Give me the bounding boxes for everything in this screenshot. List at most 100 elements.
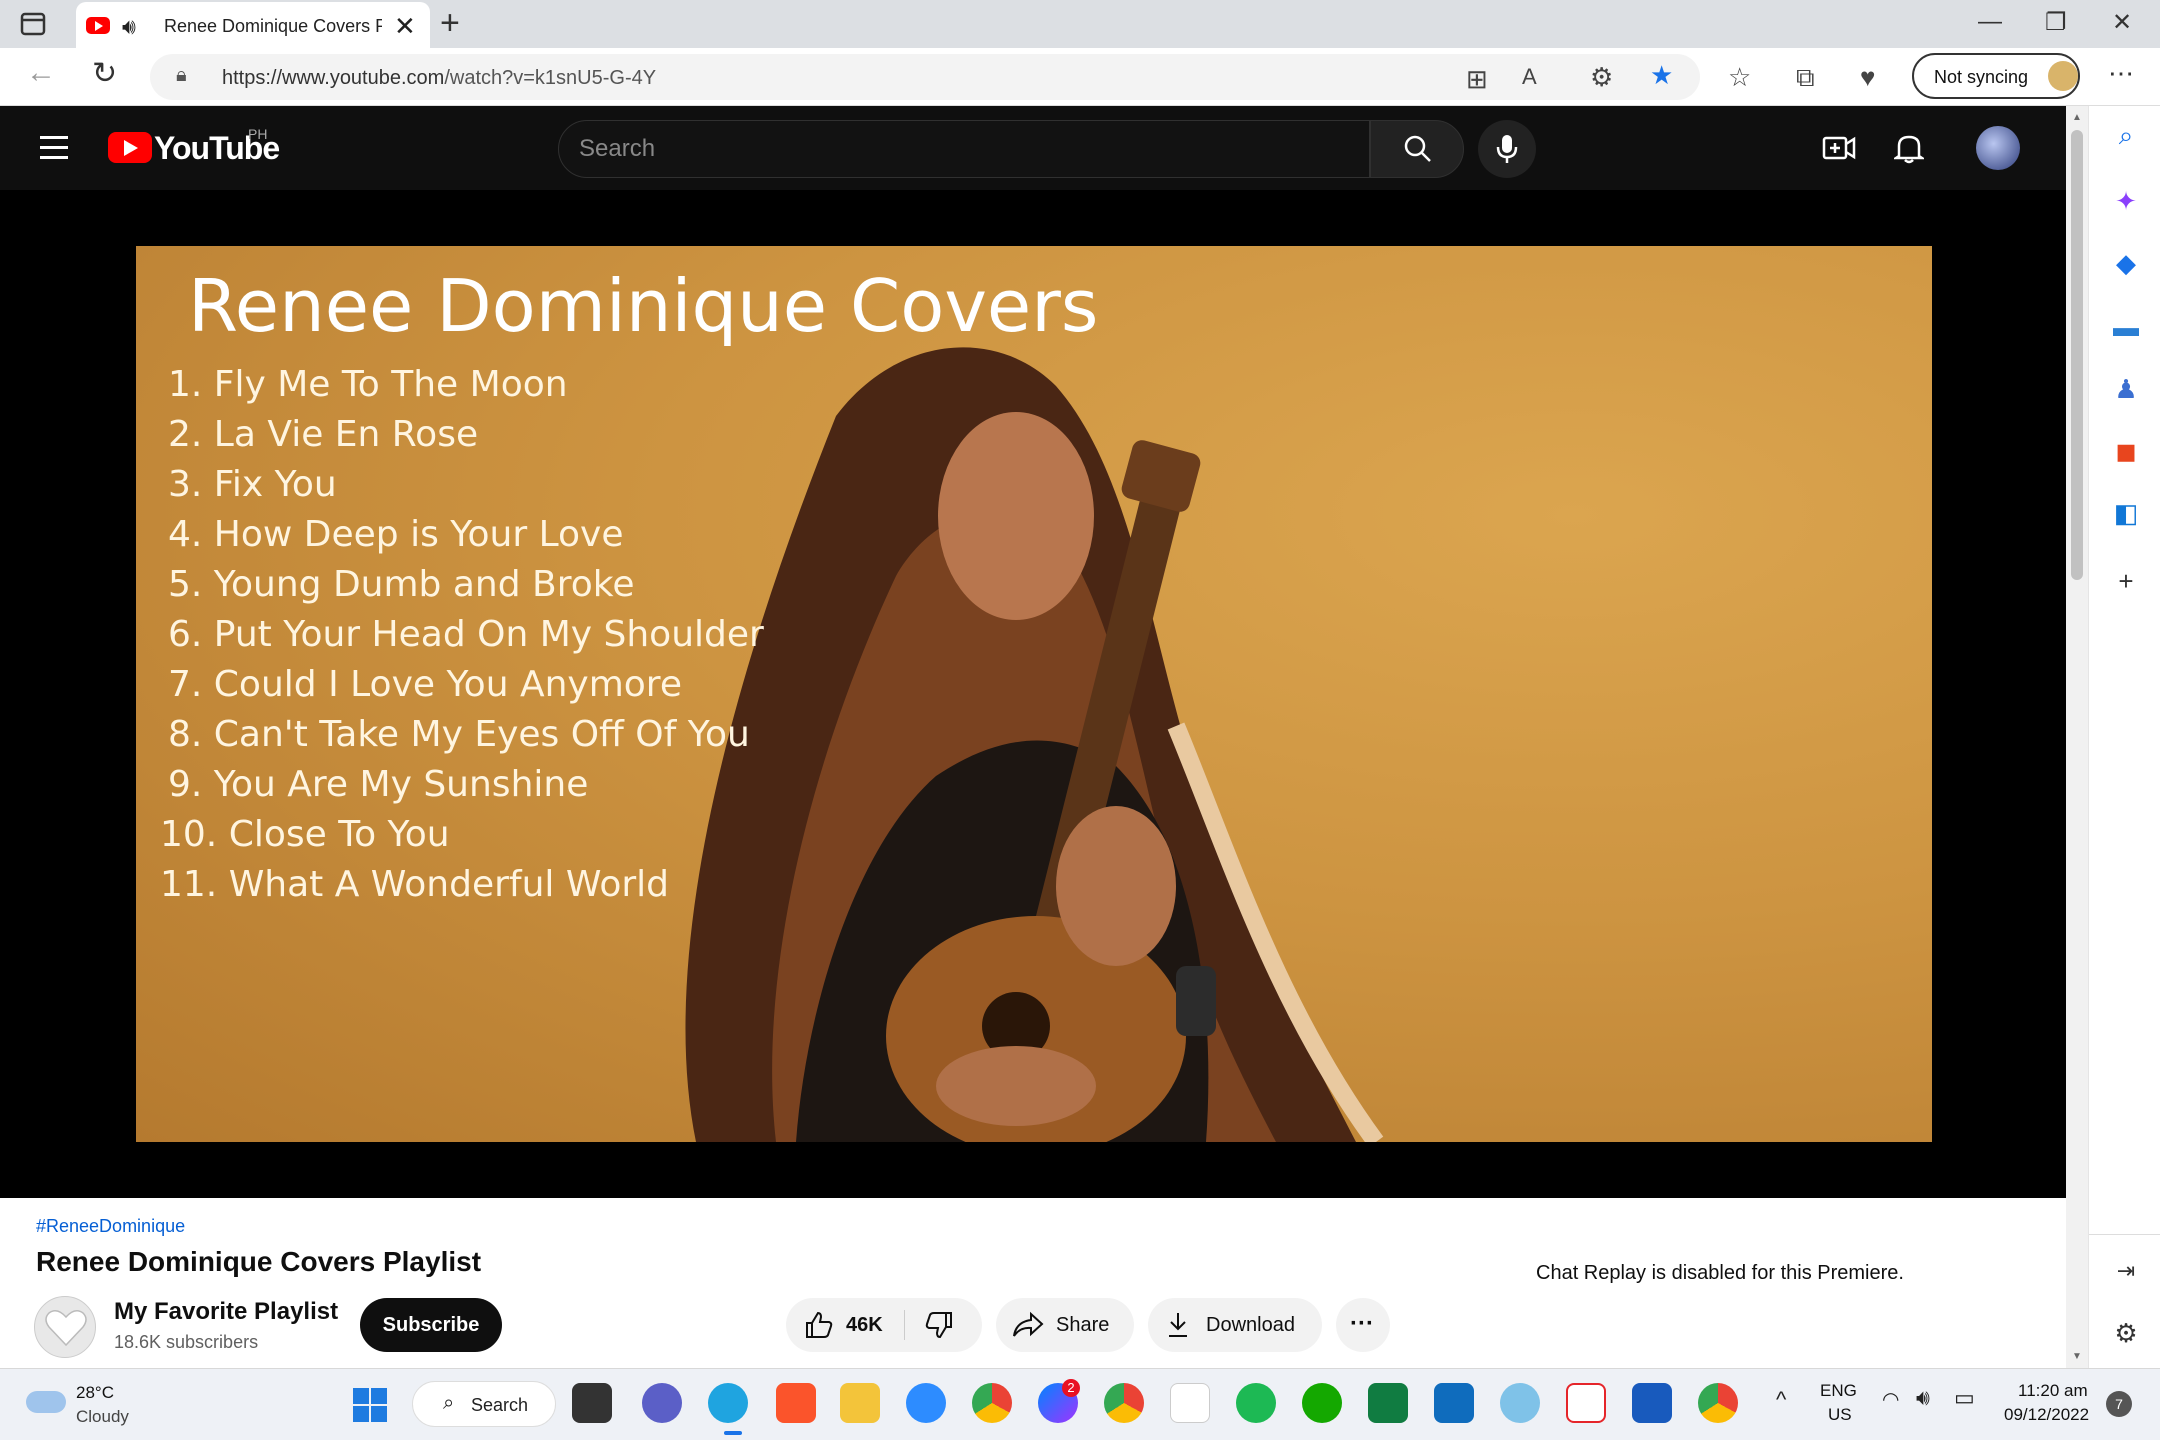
- search-input[interactable]: [579, 133, 1319, 165]
- address-bar[interactable]: 🔒︎ https://www.youtube.com/watch?v=k1snU…: [150, 54, 1700, 100]
- audio-playing-icon[interactable]: 🔊︎: [122, 14, 136, 40]
- search-icon[interactable]: ⌕: [2111, 120, 2141, 150]
- like-thumb-icon[interactable]: [804, 1310, 834, 1340]
- country-code: PH: [248, 126, 268, 142]
- edge-browser-icon[interactable]: [708, 1383, 748, 1423]
- language-bottom[interactable]: US: [1828, 1405, 1852, 1425]
- hide-sidebar-icon[interactable]: ⇥: [2111, 1256, 2141, 1286]
- app-available-icon[interactable]: ⊞: [1466, 64, 1488, 95]
- menu-icon[interactable]: [40, 136, 68, 160]
- close-tab-icon[interactable]: ✕: [394, 11, 416, 42]
- new-tab-button[interactable]: +: [440, 4, 460, 43]
- lock-icon[interactable]: 🔒︎: [176, 64, 187, 87]
- clock-date[interactable]: 09/12/2022: [2004, 1405, 2089, 1425]
- restore-button[interactable]: ❐: [2045, 8, 2067, 37]
- favorite-star-icon[interactable]: ★: [1650, 60, 1673, 91]
- shopping-tag-icon[interactable]: ◆: [2111, 248, 2141, 278]
- windows-start-icon[interactable]: [352, 1387, 388, 1423]
- subscriber-count: 18.6K subscribers: [114, 1332, 259, 1352]
- search-button[interactable]: [1370, 120, 1464, 178]
- brave-browser-icon[interactable]: [776, 1383, 816, 1423]
- pdf-reader-icon[interactable]: [1566, 1383, 1606, 1423]
- scrollbar-thumb[interactable]: [2071, 130, 2083, 580]
- hashtag-link[interactable]: #ReneeDominique: [36, 1216, 185, 1237]
- browser-tab-active[interactable]: 🔊︎ Renee Dominique Covers Pl ✕: [76, 2, 430, 48]
- share-arrow-icon: [1013, 1311, 1044, 1337]
- download-button[interactable]: Download: [1148, 1298, 1322, 1352]
- microphone-icon: [1496, 135, 1518, 163]
- like-count[interactable]: 46K: [846, 1314, 883, 1337]
- notification-count-badge[interactable]: 7: [2106, 1391, 2132, 1417]
- page-scrollbar[interactable]: ▲ ▼: [2066, 106, 2088, 1368]
- games-icon[interactable]: ♟: [2111, 374, 2141, 404]
- outlook-icon[interactable]: ◧: [2111, 498, 2141, 528]
- sidebar-settings-icon[interactable]: ⚙: [2111, 1318, 2141, 1348]
- track-item: 5. Young Dumb and Broke: [168, 564, 635, 605]
- active-app-indicator: [724, 1431, 742, 1435]
- url-path: /watch?v=k1snU5-G-4Y: [444, 67, 657, 89]
- favorites-icon[interactable]: ☆: [1728, 62, 1751, 93]
- channel-name[interactable]: My Favorite Playlist: [114, 1298, 338, 1326]
- notifications-bell-icon[interactable]: [1894, 132, 1924, 164]
- tray-chevron-up-icon[interactable]: ^: [1776, 1387, 1786, 1413]
- create-video-icon[interactable]: [1822, 134, 1856, 162]
- scroll-up-arrow-icon[interactable]: ▲: [2072, 112, 2082, 123]
- teams-chat-icon[interactable]: [642, 1383, 682, 1423]
- browser-essentials-icon[interactable]: ♥: [1860, 62, 1875, 93]
- close-window-button[interactable]: ✕: [2112, 8, 2132, 37]
- excel-icon[interactable]: [1368, 1383, 1408, 1423]
- youtube-logo-icon[interactable]: [108, 132, 152, 163]
- file-explorer-icon[interactable]: [840, 1383, 880, 1423]
- settings-more-icon[interactable]: ⋯: [2108, 58, 2134, 89]
- tools-icon[interactable]: ▬: [2111, 312, 2141, 342]
- url-text[interactable]: https://www.youtube.com/watch?v=k1snU5-G…: [222, 67, 656, 90]
- video-thumbnail[interactable]: Renee Dominique Covers 1. Fly Me To The …: [136, 246, 1932, 1142]
- subscribe-button[interactable]: Subscribe: [360, 1298, 502, 1352]
- refresh-icon[interactable]: ↻: [92, 56, 117, 91]
- chrome-secondary-icon[interactable]: [1698, 1383, 1738, 1423]
- more-actions-button[interactable]: ···: [1336, 1298, 1390, 1352]
- weather-description[interactable]: Cloudy: [76, 1407, 129, 1427]
- wikipedia-icon[interactable]: [1170, 1383, 1210, 1423]
- voice-search-button[interactable]: [1478, 120, 1536, 178]
- taskbar-search[interactable]: ⌕ Search: [412, 1381, 556, 1427]
- weather-temperature[interactable]: 28°C: [76, 1383, 114, 1403]
- spotify-icon[interactable]: [1236, 1383, 1276, 1423]
- chrome-icon[interactable]: [972, 1383, 1012, 1423]
- language-top[interactable]: ENG: [1820, 1381, 1857, 1401]
- upwork-icon[interactable]: [1302, 1383, 1342, 1423]
- battery-icon[interactable]: ▭: [1954, 1385, 1975, 1411]
- zoom-icon[interactable]: [906, 1383, 946, 1423]
- track-item: 3. Fix You: [168, 464, 337, 505]
- channel-avatar[interactable]: [34, 1296, 96, 1358]
- wifi-icon[interactable]: ◠: [1882, 1387, 1899, 1412]
- scroll-down-arrow-icon[interactable]: ▼: [2072, 1351, 2082, 1362]
- word-icon[interactable]: [1632, 1383, 1672, 1423]
- volume-icon[interactable]: 🔊︎: [1916, 1385, 1930, 1411]
- read-aloud-icon[interactable]: A: [1522, 64, 1537, 90]
- clock-time[interactable]: 11:20 am: [2018, 1381, 2088, 1401]
- video-player[interactable]: Renee Dominique Covers 1. Fly Me To The …: [0, 190, 2066, 1198]
- address-toolbar: ← ↻ 🔒︎ https://www.youtube.com/watch?v=k…: [0, 48, 2160, 106]
- paint-icon[interactable]: [1500, 1383, 1540, 1423]
- account-avatar[interactable]: [1976, 126, 2020, 170]
- profile-sync-button[interactable]: Not syncing: [1912, 53, 2080, 99]
- video-title: Renee Dominique Covers Playlist: [36, 1246, 482, 1277]
- share-button[interactable]: Share: [996, 1298, 1134, 1352]
- minimize-button[interactable]: —: [1978, 8, 2002, 36]
- dislike-thumb-icon[interactable]: [924, 1310, 954, 1340]
- chrome-profile-icon[interactable]: [1104, 1383, 1144, 1423]
- tab-actions-icon[interactable]: [18, 10, 50, 38]
- office-icon[interactable]: ◼: [2111, 436, 2141, 466]
- track-item: 9. You Are My Sunshine: [168, 764, 589, 805]
- back-arrow-icon[interactable]: ←: [26, 56, 56, 90]
- collections-icon[interactable]: ⧉: [1796, 62, 1815, 94]
- sync-label: Not syncing: [1934, 67, 2029, 87]
- task-view-icon[interactable]: [572, 1383, 612, 1423]
- add-sidebar-app-icon[interactable]: +: [2111, 566, 2141, 596]
- extension-icon[interactable]: ⚙: [1590, 62, 1613, 93]
- search-box[interactable]: [558, 120, 1370, 178]
- copilot-sparkle-icon[interactable]: ✦: [2111, 186, 2141, 216]
- outlook-icon[interactable]: [1434, 1383, 1474, 1423]
- cloud-weather-icon[interactable]: [26, 1391, 66, 1413]
